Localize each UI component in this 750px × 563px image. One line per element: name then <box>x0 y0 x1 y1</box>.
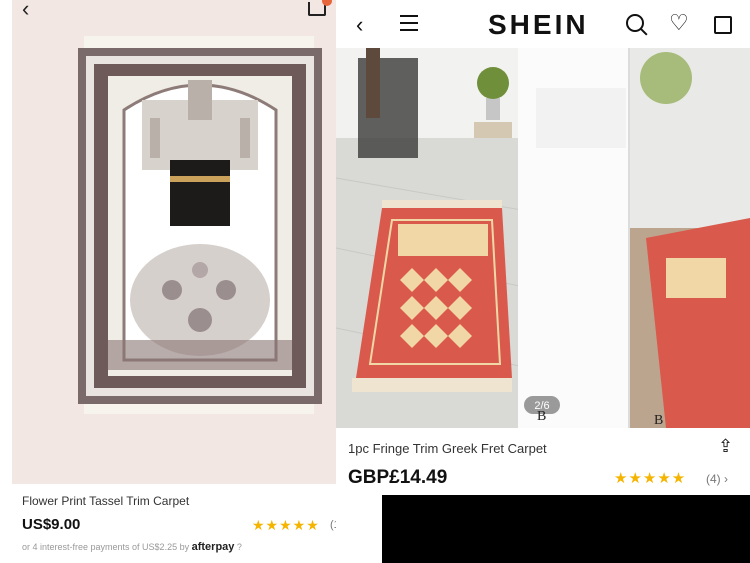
product-title: 1pc Fringe Trim Greek Fret Carpet <box>348 441 547 456</box>
product-image-gallery[interactable]: 2/6 B B <box>336 48 750 428</box>
afterpay-logo: afterpay <box>191 541 235 553</box>
heart-icon[interactable]: ♡ <box>669 10 689 36</box>
left-product-image[interactable]: ‹ <box>12 0 382 484</box>
right-product-screenshot: ‹ SHEIN ♡ 2/6 B B 1pc Fringe Trim Greek … <box>336 0 750 563</box>
back-icon[interactable]: ‹ <box>356 12 363 38</box>
bag-icon[interactable] <box>714 16 732 34</box>
product-price: GBP£14.49 <box>348 467 448 488</box>
review-count-link[interactable]: (4) › <box>706 472 728 486</box>
watermark-letter-2: B <box>654 413 663 428</box>
afterpay-info[interactable]: or 4 interest-free payments of US$2.25 b… <box>22 541 242 553</box>
afterpay-text: or 4 interest-free payments of US$2.25 b… <box>22 542 190 552</box>
shein-logo[interactable]: SHEIN <box>488 9 589 41</box>
watermark-letter: B <box>537 409 546 424</box>
prayer-rug-image <box>78 36 322 414</box>
rating-stars: ★★★★★ <box>614 470 687 487</box>
back-icon[interactable]: ‹ <box>22 0 29 20</box>
menu-icon[interactable] <box>400 15 418 36</box>
share-icon[interactable]: ⇪ <box>718 436 733 457</box>
help-icon[interactable]: ? <box>237 542 242 552</box>
bottom-black-area <box>382 495 750 563</box>
search-icon[interactable] <box>626 14 644 32</box>
left-product-screenshot: ‹ Flower Print Tassel Trim Carpet ⇪ US$9… <box>12 0 382 563</box>
rating-stars: ★★★★★ <box>252 517 320 533</box>
product-title: Flower Print Tassel Trim Carpet <box>22 494 190 508</box>
rug-room-photo: 2/6 B B <box>336 48 750 428</box>
app-header: ‹ SHEIN ♡ <box>336 0 750 48</box>
product-price: US$9.00 <box>22 516 81 533</box>
